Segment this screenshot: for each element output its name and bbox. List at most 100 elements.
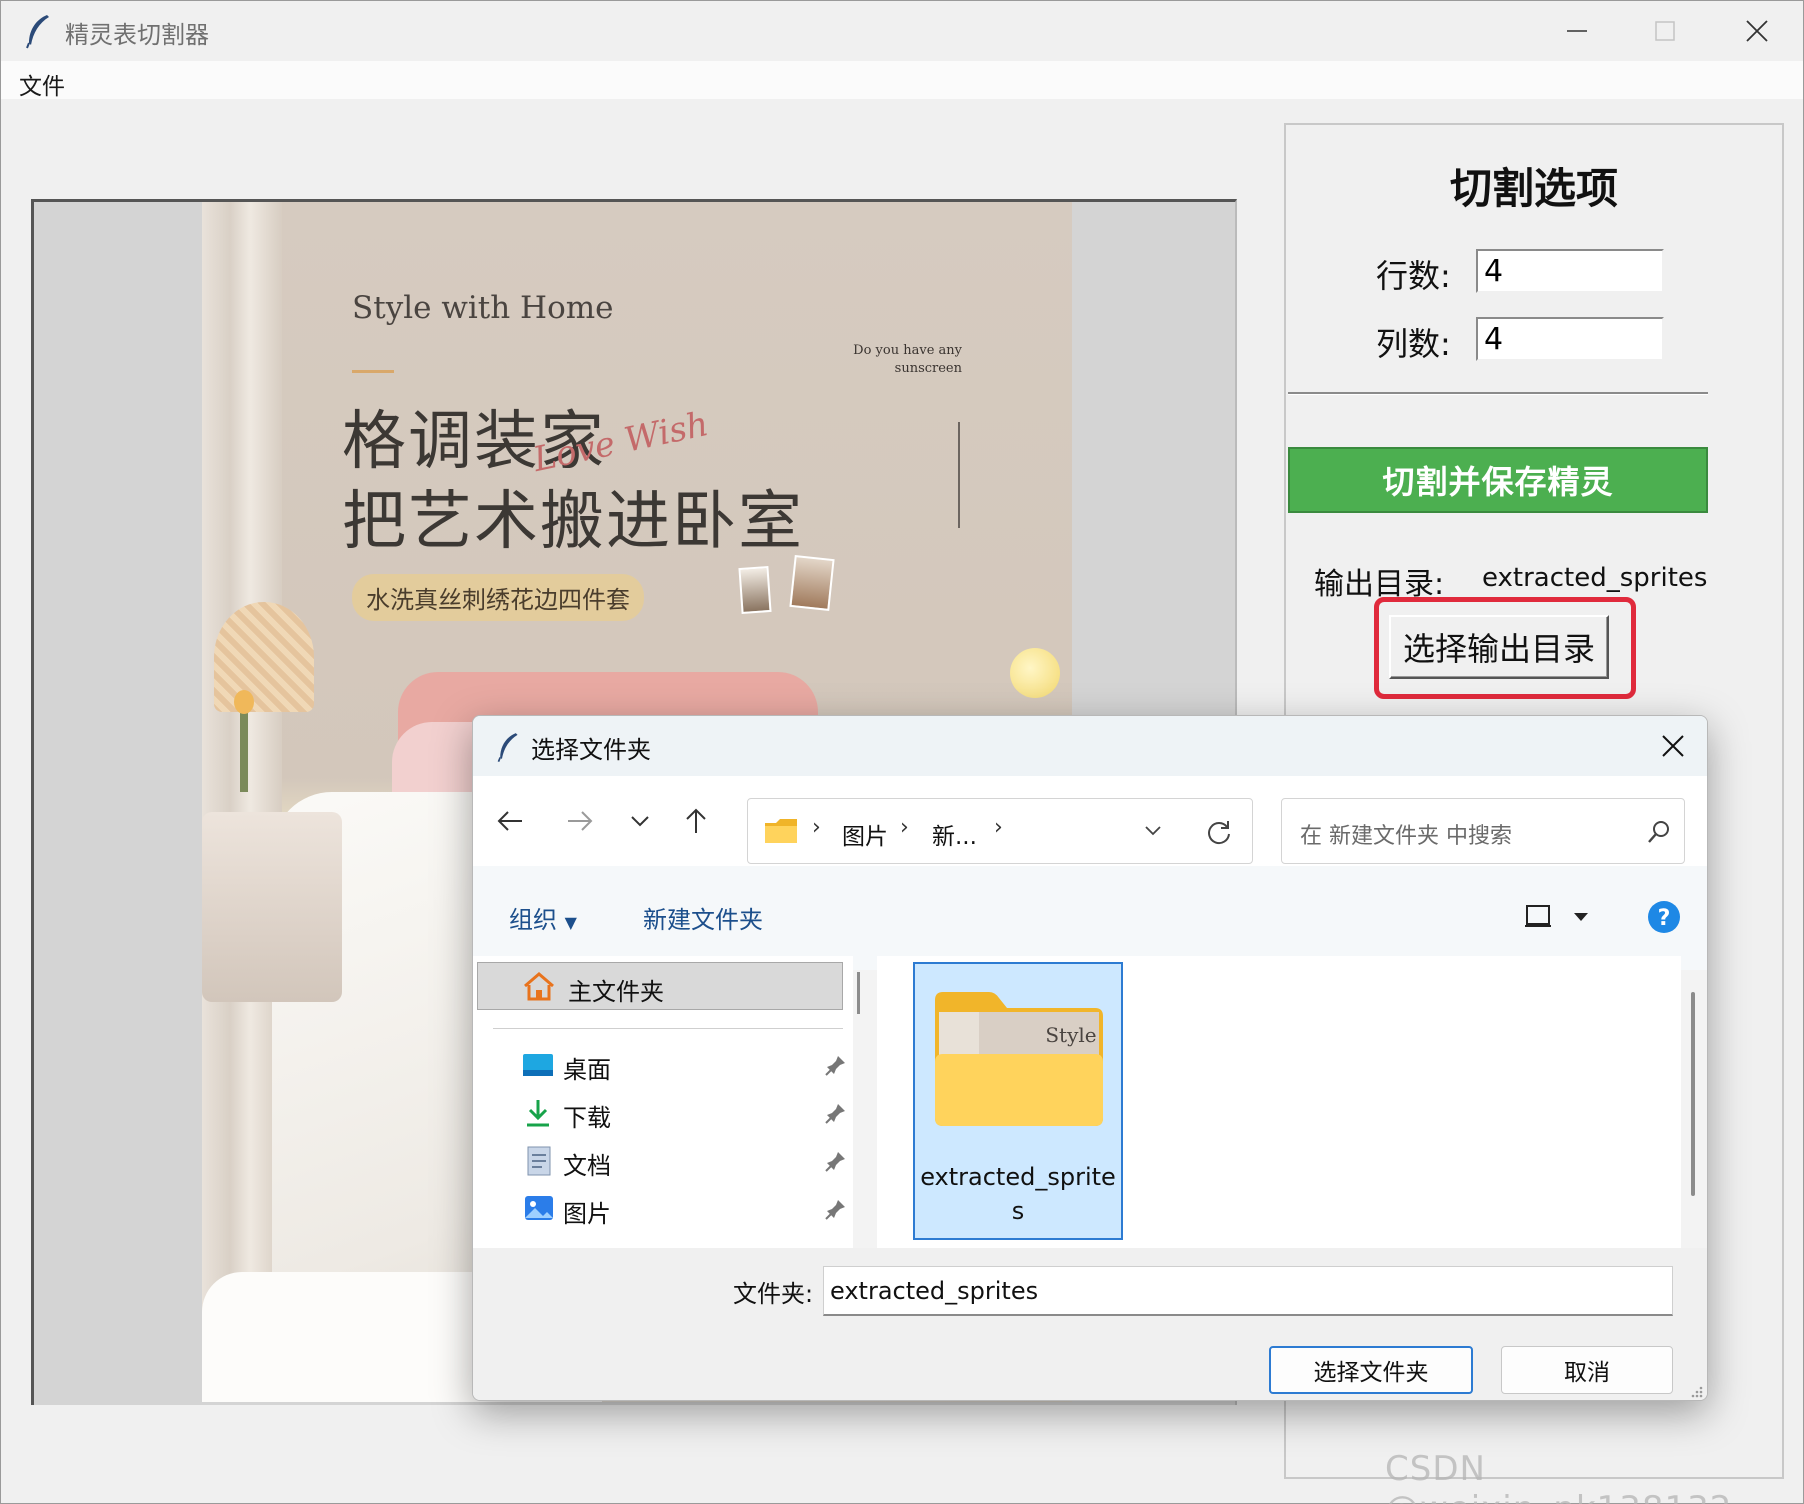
pin-icon[interactable] xyxy=(825,1198,847,1220)
cols-input[interactable] xyxy=(1476,317,1664,361)
menu-file[interactable]: 文件 xyxy=(19,67,65,101)
search-icon[interactable] xyxy=(1646,819,1672,845)
nav-item-label: 文档 xyxy=(563,1152,611,1180)
lamp-art xyxy=(214,602,314,712)
nav-pane-scrollbar[interactable] xyxy=(857,972,860,1014)
rows-label: 行数: xyxy=(1376,257,1451,295)
cols-label: 列数: xyxy=(1376,325,1451,363)
poster-side-line-2: sunscreen xyxy=(894,361,962,376)
breadcrumb-new-folder[interactable]: 新... xyxy=(932,817,977,851)
help-icon[interactable]: ? xyxy=(1647,900,1681,934)
side-table-art xyxy=(202,812,342,1002)
dialog-title: 选择文件夹 xyxy=(531,736,651,764)
search-box[interactable]: 在 新建文件夹 中搜索 xyxy=(1281,798,1685,864)
recent-locations-button[interactable] xyxy=(623,804,657,838)
document-icon xyxy=(527,1146,551,1176)
svg-text:?: ? xyxy=(1658,906,1671,931)
view-mode-icon[interactable] xyxy=(1525,904,1551,928)
nav-item-desktop[interactable]: 桌面 xyxy=(523,1046,853,1086)
choose-output-dir-button[interactable]: 选择输出目录 xyxy=(1389,615,1609,679)
pin-icon[interactable] xyxy=(825,1102,847,1124)
rows-input[interactable] xyxy=(1476,249,1664,293)
nav-item-home[interactable]: 主文件夹 xyxy=(477,962,843,1010)
main-window: 精灵表切割器 文件 Style with Home Do you have an… xyxy=(0,0,1804,1504)
close-icon xyxy=(1662,735,1684,757)
globe-lamp-art xyxy=(1010,648,1060,698)
folder-thumb-text: Style xyxy=(1045,1023,1096,1047)
poster-pill: 水洗真丝刺绣花边四件套 xyxy=(352,574,644,621)
up-button[interactable] xyxy=(679,804,713,838)
nav-item-label: 图片 xyxy=(563,1200,611,1228)
arrow-up-icon xyxy=(686,808,706,833)
home-icon xyxy=(524,972,554,1001)
file-list-scrollbar[interactable] xyxy=(1691,992,1695,1196)
navigation-row: › 图片 › 新... › 在 新建文件夹 中搜索 xyxy=(473,776,1707,866)
address-bar[interactable]: › 图片 › 新... › xyxy=(747,798,1253,864)
poster-side-text: Do you have any sunscreen xyxy=(832,342,962,378)
breadcrumb-pictures[interactable]: 图片 xyxy=(842,817,888,851)
folder-field-label: 文件夹: xyxy=(733,1280,814,1308)
refresh-icon[interactable] xyxy=(1206,819,1232,845)
dialog-toolbar: 组织 ▼ 新建文件夹 ? xyxy=(473,866,1707,970)
search-placeholder: 在 新建文件夹 中搜索 xyxy=(1300,824,1512,849)
poster-dash xyxy=(352,370,394,373)
nav-home-label: 主文件夹 xyxy=(568,978,664,1006)
folder-item[interactable]: Style extracted_sprite s xyxy=(913,962,1123,1240)
watermark: CSDN @weixin_pk138132 xyxy=(1385,1449,1731,1504)
breadcrumb-separator: › xyxy=(994,815,1003,840)
cut-and-save-button[interactable]: 切割并保存精灵 xyxy=(1288,447,1708,513)
forward-button[interactable] xyxy=(563,804,597,838)
pictures-icon xyxy=(525,1196,553,1220)
curtain-art xyxy=(202,202,282,1402)
pin-icon[interactable] xyxy=(825,1054,847,1076)
nav-item-label: 下载 xyxy=(563,1104,611,1132)
poster-photo xyxy=(789,555,835,611)
folder-name-input[interactable] xyxy=(823,1266,1673,1316)
caret-down-icon: ▼ xyxy=(564,913,577,932)
maximize-icon xyxy=(1655,21,1675,41)
folder-icon xyxy=(765,819,797,843)
folder-thumbnail-icon: Style xyxy=(935,992,1103,1126)
select-folder-button[interactable]: 选择文件夹 xyxy=(1269,1346,1473,1394)
poster-vline xyxy=(958,422,960,528)
caret-down-icon[interactable] xyxy=(1573,912,1589,922)
cancel-button[interactable]: 取消 xyxy=(1501,1346,1673,1394)
close-icon xyxy=(1746,20,1768,42)
poster-style-text: Style with Home xyxy=(352,290,614,326)
nav-item-pictures[interactable]: 图片 xyxy=(523,1190,853,1230)
feather-icon xyxy=(26,15,49,49)
file-list: Style extracted_sprite s xyxy=(877,956,1681,1248)
chevron-down-icon xyxy=(631,816,649,827)
window-title: 精灵表切割器 xyxy=(65,21,209,49)
poster-side-line-1: Do you have any xyxy=(853,343,962,358)
poster-photo xyxy=(738,566,772,614)
arrow-left-icon xyxy=(497,811,522,831)
options-title: 切割选项 xyxy=(1449,164,1618,213)
title-bar: 精灵表切割器 xyxy=(1,1,1803,61)
new-folder-button[interactable]: 新建文件夹 xyxy=(643,900,763,935)
download-icon xyxy=(527,1100,549,1127)
nav-item-label: 桌面 xyxy=(563,1056,611,1084)
dialog-close-button[interactable] xyxy=(1653,726,1693,766)
menu-bar: 文件 xyxy=(1,61,1803,101)
select-folder-dialog: 选择文件夹 › 图片 › 新... › 在 新建文件夹 中搜索 组织 ▼ 新建文… xyxy=(472,715,1708,1401)
minimize-button[interactable] xyxy=(1541,9,1613,53)
organize-menu[interactable]: 组织 ▼ xyxy=(509,900,577,935)
minimize-icon xyxy=(1567,30,1587,32)
poster-headline-2: 把艺术搬进卧室 xyxy=(342,485,804,559)
chevron-down-icon[interactable] xyxy=(1144,825,1162,837)
panel-separator xyxy=(1288,392,1708,395)
flower-art xyxy=(234,690,254,792)
resize-grip-icon[interactable] xyxy=(1689,1384,1703,1398)
feather-icon xyxy=(497,733,518,763)
close-button[interactable] xyxy=(1721,9,1793,53)
pin-icon[interactable] xyxy=(825,1150,847,1172)
nav-item-downloads[interactable]: 下载 xyxy=(523,1094,853,1134)
dialog-title-bar: 选择文件夹 xyxy=(473,716,1707,776)
back-button[interactable] xyxy=(493,804,527,838)
breadcrumb-separator: › xyxy=(812,815,821,840)
maximize-button[interactable] xyxy=(1629,9,1701,53)
nav-item-documents[interactable]: 文档 xyxy=(523,1142,853,1182)
output-dir-value: extracted_sprites xyxy=(1482,563,1708,593)
dialog-footer: 文件夹: 选择文件夹 取消 xyxy=(473,1248,1707,1400)
